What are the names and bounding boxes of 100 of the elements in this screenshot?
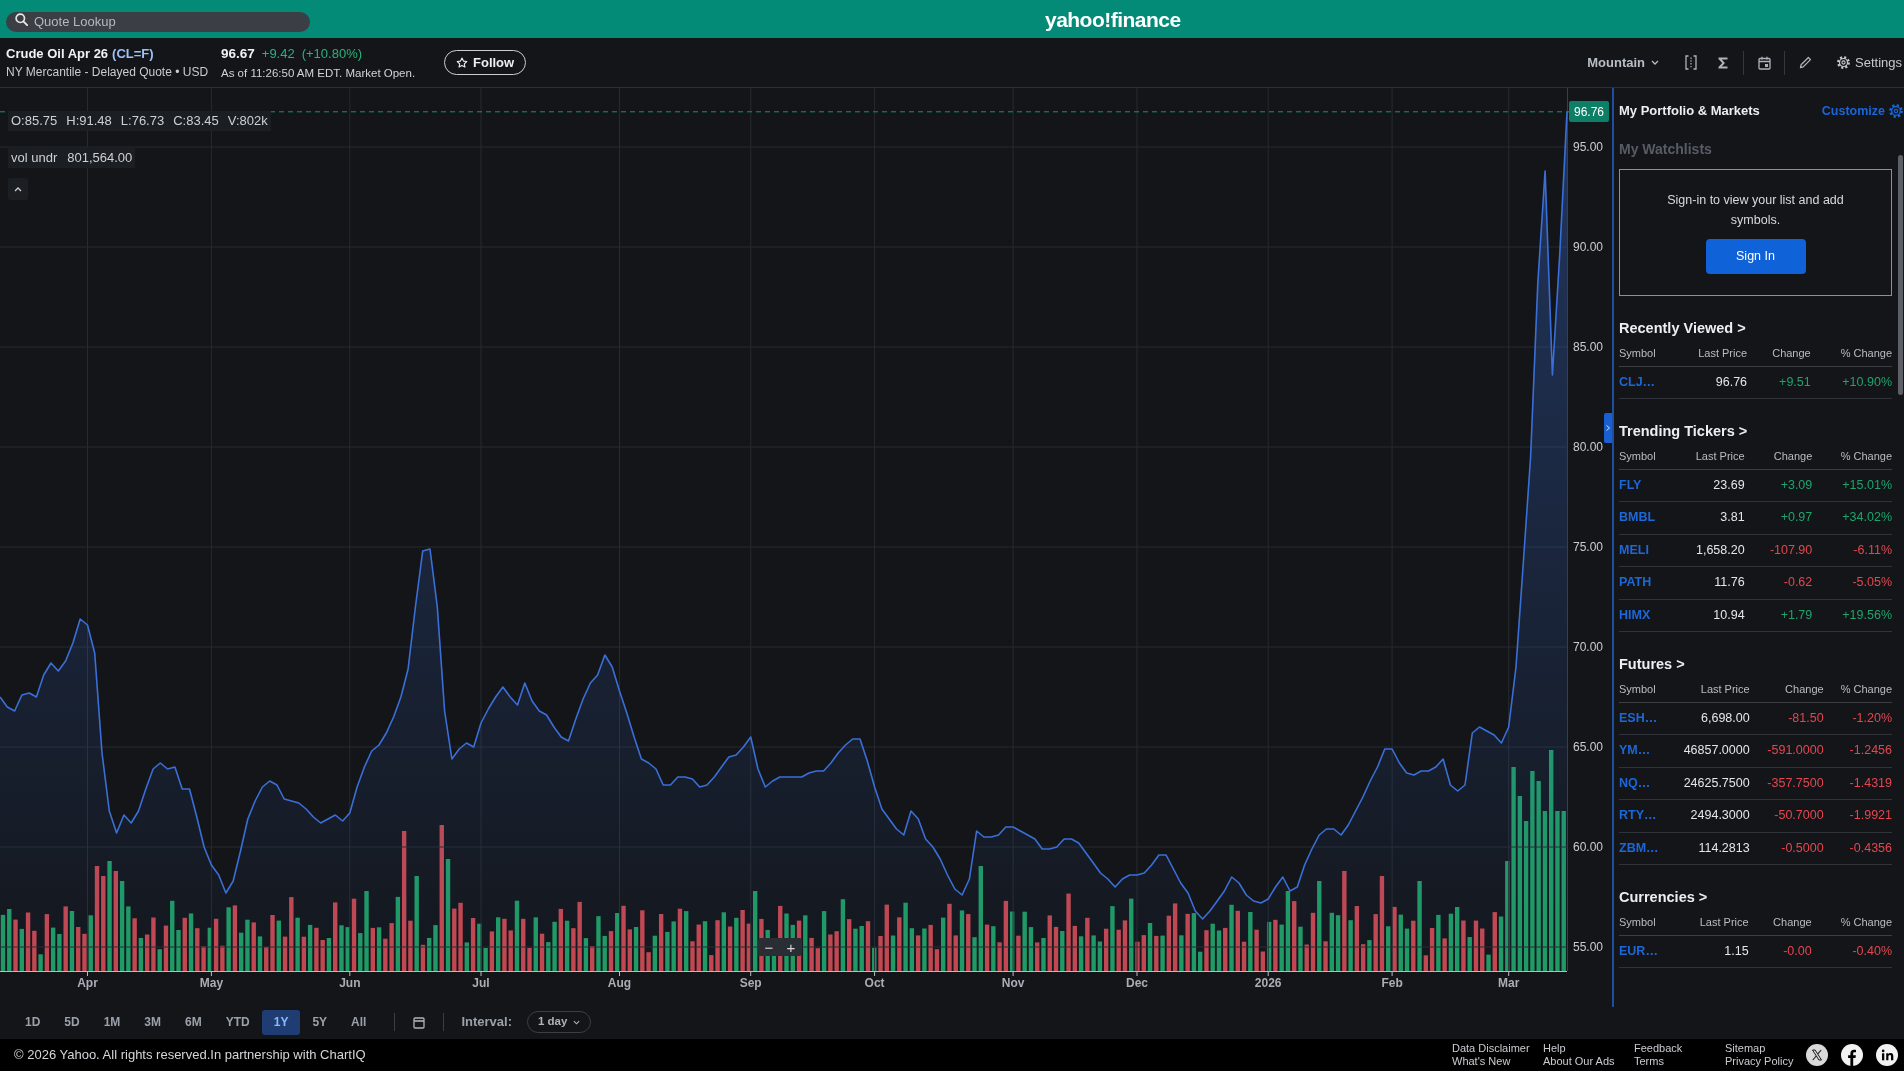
chart-type-dropdown[interactable]: Mountain: [1587, 52, 1659, 73]
footer-link[interactable]: About Our Ads: [1543, 1055, 1615, 1068]
section-link[interactable]: Trending Tickers >: [1619, 419, 1748, 443]
range-tab[interactable]: 1D: [13, 1009, 53, 1035]
ohlc-value: C:83.45: [173, 112, 219, 131]
column-header: Last Price: [1671, 909, 1749, 935]
table-cell: 114.2813: [1664, 832, 1750, 865]
section-link[interactable]: Currencies >: [1619, 885, 1708, 909]
axis-label: Mar: [1498, 976, 1520, 990]
column-header: % Change: [1823, 676, 1892, 702]
watchlists-heading: My Watchlists: [1619, 140, 1712, 158]
last-price: 96.67: [221, 45, 255, 62]
axis-label: Sep: [739, 976, 762, 990]
zoom-out-button[interactable]: −: [758, 938, 780, 956]
range-tab[interactable]: 1M: [91, 1009, 133, 1035]
table-cell: -1.20%: [1823, 702, 1892, 735]
symbol-link[interactable]: ESH…: [1619, 702, 1665, 735]
range-tab[interactable]: YTD: [213, 1009, 262, 1035]
column-header: Change: [1744, 443, 1813, 469]
column-header: Change: [1749, 676, 1824, 702]
column-header: Change: [1748, 909, 1812, 935]
axis-label: 65.00: [1573, 740, 1604, 754]
symbol-link[interactable]: MELI: [1619, 534, 1669, 567]
axis-label: 75.00: [1573, 540, 1604, 554]
symbol-link[interactable]: BMBL: [1619, 501, 1669, 534]
section-link[interactable]: Futures >: [1619, 652, 1685, 676]
footer-link[interactable]: Feedback: [1634, 1042, 1683, 1055]
axis-label: Dec: [1126, 976, 1148, 990]
section-link[interactable]: Recently Viewed >: [1619, 316, 1746, 340]
footer-link[interactable]: Privacy Policy: [1725, 1055, 1794, 1068]
chevron-down-icon: [1651, 60, 1659, 65]
range-tab[interactable]: All: [339, 1009, 379, 1035]
x-social-icon[interactable]: [1806, 1044, 1828, 1066]
axis-label: 85.00: [1573, 340, 1604, 354]
table-cell: -50.7000: [1749, 799, 1824, 832]
symbol-link[interactable]: FLY: [1619, 469, 1669, 502]
quote-title: Crude Oil Apr 26: [6, 45, 109, 62]
column-header: % Change: [1811, 909, 1892, 935]
percent-change: (+10.80%): [301, 45, 363, 62]
column-header: Symbol: [1619, 443, 1669, 469]
range-tab[interactable]: 3M: [132, 1009, 174, 1035]
footer-link[interactable]: What's New: [1452, 1055, 1511, 1068]
table-cell: +19.56%: [1812, 599, 1892, 632]
range-tab[interactable]: 1Y: [261, 1009, 301, 1035]
symbol-link[interactable]: ZBM…: [1619, 832, 1665, 865]
table-cell: 1.15: [1671, 935, 1749, 968]
symbol-link[interactable]: PATH: [1619, 566, 1669, 599]
table-cell: -1.4319: [1823, 767, 1892, 800]
table-cell: -357.7500: [1749, 767, 1824, 800]
range-tab[interactable]: 6M: [173, 1009, 214, 1035]
axis-label: Jun: [339, 976, 361, 990]
chevron-down-icon: [573, 1019, 581, 1025]
range-tab[interactable]: 5Y: [300, 1009, 340, 1035]
axis-label: 70.00: [1573, 640, 1604, 654]
symbol-link[interactable]: NQ…: [1619, 767, 1665, 800]
settings-icon: [1889, 104, 1903, 118]
logo[interactable]: yahoo!finance: [1045, 8, 1181, 30]
zoom-in-button[interactable]: +: [780, 938, 802, 956]
table-cell: +10.90%: [1810, 366, 1892, 399]
axis-label: Jul: [472, 976, 490, 990]
footer-link[interactable]: Help: [1543, 1042, 1566, 1055]
table-cell: -0.5000: [1749, 832, 1824, 865]
column-header: % Change: [1812, 443, 1892, 469]
table-cell: +15.01%: [1812, 469, 1892, 502]
settings-button[interactable]: Settings: [1837, 52, 1902, 73]
last-price-label: 96.76: [1569, 101, 1609, 123]
sign-in-button[interactable]: Sign In: [1705, 239, 1806, 274]
table-cell: -5.05%: [1812, 566, 1892, 599]
table-cell: 46857.0000: [1664, 734, 1750, 767]
calendar-icon: [1757, 55, 1771, 70]
collapse-button[interactable]: [8, 178, 28, 200]
range-tab[interactable]: 5D: [52, 1009, 92, 1035]
linkedin-icon[interactable]: [1876, 1044, 1898, 1066]
ohlc-value: L:76.73: [120, 112, 165, 131]
table-cell: 1,658.20: [1668, 534, 1745, 567]
table-cell: 96.76: [1669, 366, 1748, 399]
footer-link[interactable]: Data Disclaimer: [1452, 1042, 1530, 1055]
pencil-icon: [1798, 56, 1812, 69]
axis-label: 80.00: [1573, 440, 1604, 454]
footer-link[interactable]: Sitemap: [1725, 1042, 1766, 1055]
column-header: % Change: [1810, 340, 1892, 366]
symbol-link[interactable]: RTY…: [1619, 799, 1665, 832]
axis-label: 55.00: [1573, 940, 1604, 954]
column-header: Symbol: [1619, 909, 1672, 935]
table-cell: -1.2456: [1823, 734, 1892, 767]
symbol-link[interactable]: HIMX: [1619, 599, 1669, 632]
calendar-icon: [413, 1015, 426, 1029]
symbol-link[interactable]: CLJ…: [1619, 366, 1670, 399]
search-field[interactable]: Quote Lookup: [6, 11, 310, 32]
axis-label: Nov: [1001, 976, 1025, 990]
panel-toggle-tab[interactable]: [1604, 413, 1612, 443]
table-cell: 6,698.00: [1664, 702, 1750, 735]
symbol-link[interactable]: YM…: [1619, 734, 1665, 767]
scrollbar-thumb[interactable]: [1898, 155, 1903, 395]
chevron-right-icon: [1606, 425, 1610, 431]
table-cell: 3.81: [1668, 501, 1745, 534]
footer-link[interactable]: Terms: [1634, 1055, 1664, 1068]
symbol-link[interactable]: EUR…: [1619, 935, 1672, 968]
facebook-icon[interactable]: [1841, 1044, 1863, 1066]
axis-label: Oct: [864, 976, 885, 990]
